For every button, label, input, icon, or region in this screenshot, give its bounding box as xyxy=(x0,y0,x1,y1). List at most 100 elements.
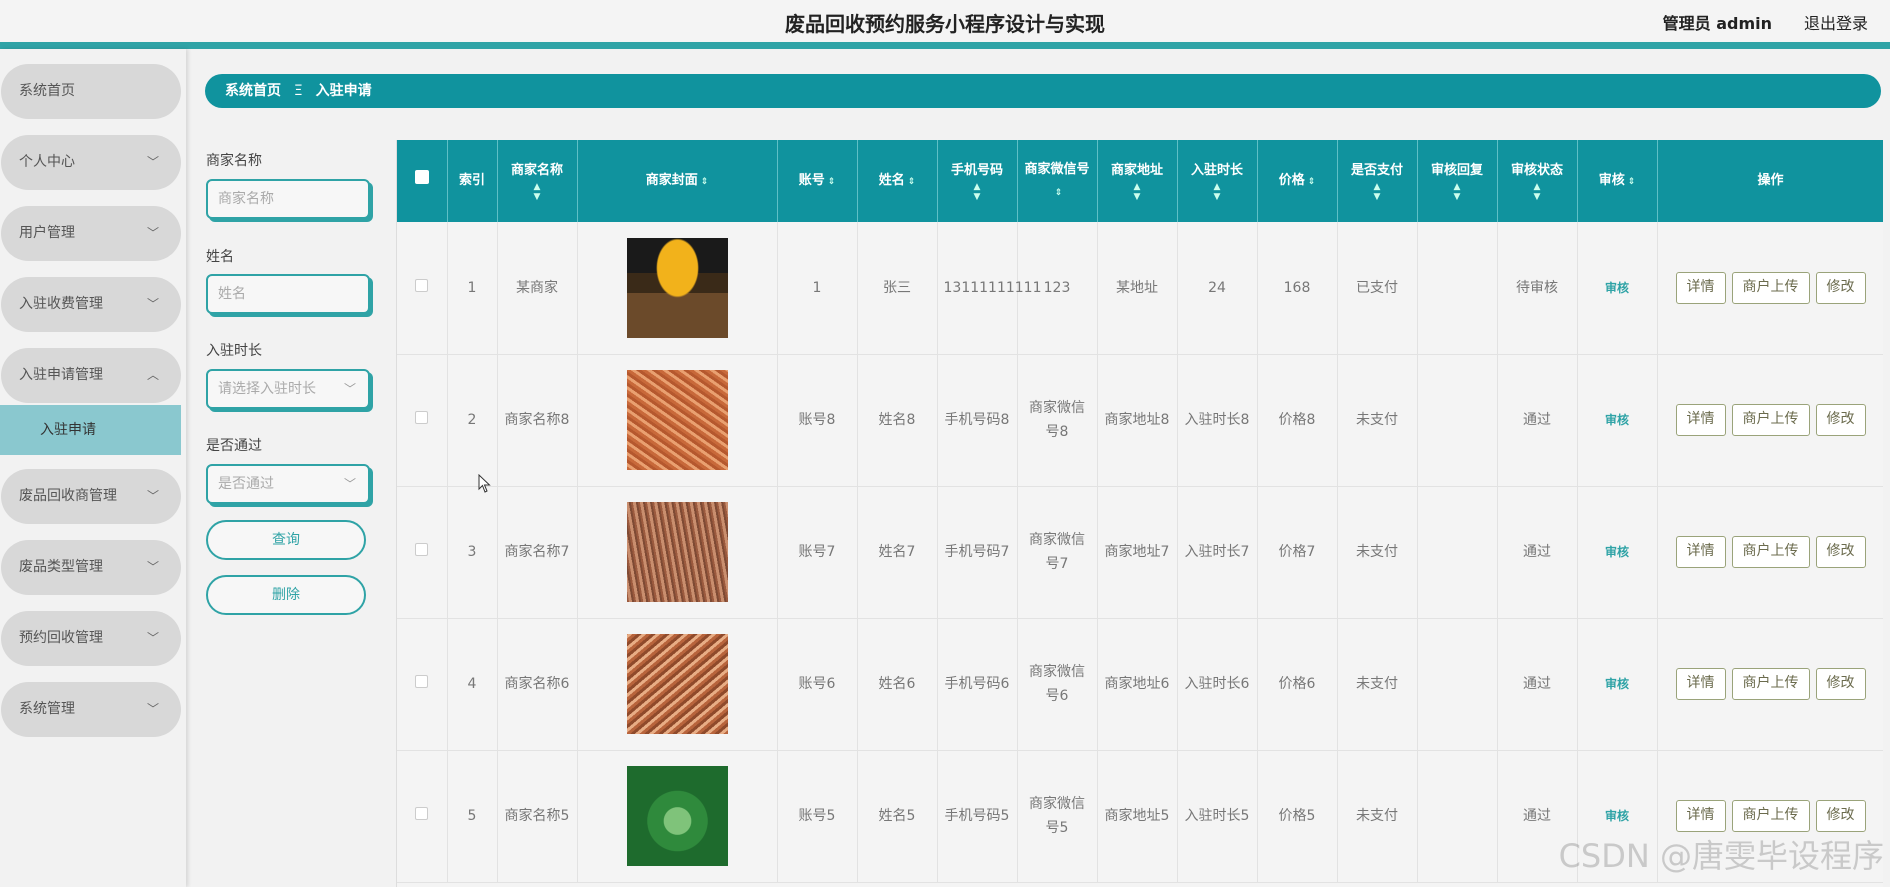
row-checkbox[interactable] xyxy=(415,278,429,292)
header-label: 商家名称 xyxy=(510,163,563,178)
approved-label: 是否通过 xyxy=(206,438,262,454)
audit-link[interactable]: 审核 xyxy=(1605,545,1629,559)
sidebar-item-fee-management[interactable]: 入驻收费管理 ﹀ xyxy=(1,277,181,332)
sidebar-subitem-application[interactable]: 入驻申请 xyxy=(0,405,181,455)
cell-status: 待审核 xyxy=(1497,222,1578,355)
edit-button[interactable]: 修改 xyxy=(1815,536,1866,568)
header-merchant-name[interactable]: 商家名称 ▲ ▼ xyxy=(497,140,578,222)
cover-image[interactable] xyxy=(626,766,728,866)
breadcrumb-home[interactable]: 系统首页 xyxy=(225,83,281,99)
name-input[interactable]: 姓名 xyxy=(206,274,370,314)
breadcrumb: 系统首页 Ξ 入驻申请 xyxy=(205,74,1881,108)
audit-link[interactable]: 审核 xyxy=(1605,281,1629,295)
sidebar-item-label: 入驻申请管理 xyxy=(19,367,103,383)
sidebar-item-personal-center[interactable]: 个人中心 ﹀ xyxy=(1,135,181,190)
sort-icon: ▲ ▼ xyxy=(1213,182,1221,202)
sidebar-item-user-management[interactable]: 用户管理 ﹀ xyxy=(1,206,181,261)
detail-button[interactable]: 详情 xyxy=(1675,271,1726,304)
header-cover[interactable]: 商家封面 ⇕ xyxy=(577,140,778,222)
row-checkbox[interactable] xyxy=(415,411,429,424)
detail-button[interactable]: 详情 xyxy=(1675,536,1726,568)
header-label: 价格 xyxy=(1278,172,1305,188)
row-checkbox[interactable] xyxy=(415,543,429,556)
cell-reply xyxy=(1417,354,1498,487)
cover-image[interactable] xyxy=(626,237,728,338)
sidebar-item-label: 系统管理 xyxy=(19,701,75,717)
audit-link[interactable]: 审核 xyxy=(1605,677,1629,691)
sort-icon: ▲ ▼ xyxy=(1133,182,1141,202)
cover-image[interactable] xyxy=(626,502,728,602)
cell-wechat: 商家微信号8 xyxy=(1017,354,1098,487)
header-reply[interactable]: 审核回复 ▲ ▼ xyxy=(1417,140,1498,222)
cell-reply xyxy=(1417,750,1498,883)
edit-button[interactable]: 修改 xyxy=(1815,271,1866,304)
duration-select[interactable]: 请选择入驻时长 ﹀ xyxy=(206,369,370,409)
merchant-upload-button[interactable]: 商户上传 xyxy=(1731,800,1810,832)
merchant-upload-button[interactable]: 商户上传 xyxy=(1731,668,1810,700)
logout-link[interactable]: 退出登录 xyxy=(1804,10,1868,34)
edit-button[interactable]: 修改 xyxy=(1815,404,1866,436)
sidebar-item-waste-type-management[interactable]: 废品类型管理 ﹀ xyxy=(1,540,181,595)
sidebar-item-system-management[interactable]: 系统管理 ﹀ xyxy=(1,682,181,737)
cell-paid: 未支付 xyxy=(1337,486,1418,619)
chevron-down-icon: ﹀ xyxy=(343,477,356,491)
header-name[interactable]: 姓名 ⇕ xyxy=(857,140,938,222)
audit-link[interactable]: 审核 xyxy=(1605,809,1629,823)
table-row[interactable]: 3 商家名称7 账号7 姓名7 手机号码7 商家微信号7 商家地址7 入驻时长7… xyxy=(397,486,1883,619)
merchant-upload-button[interactable]: 商户上传 xyxy=(1731,536,1810,568)
name-label: 姓名 xyxy=(206,249,234,265)
row-select-cell[interactable] xyxy=(397,486,448,619)
cell-account: 账号5 xyxy=(777,750,858,883)
cell-reply xyxy=(1417,618,1498,751)
row-checkbox[interactable] xyxy=(415,675,429,688)
query-button[interactable]: 查询 xyxy=(206,520,366,560)
detail-button[interactable]: 详情 xyxy=(1675,404,1726,436)
sort-icon: ⇕ xyxy=(1307,176,1316,187)
select-all-checkbox[interactable] xyxy=(414,170,429,184)
merchant-upload-button[interactable]: 商户上传 xyxy=(1731,404,1810,436)
table-row[interactable]: 2 商家名称8 账号8 姓名8 手机号码8 商家微信号8 商家地址8 入驻时长8… xyxy=(397,354,1883,487)
sidebar-item-application-management[interactable]: 入驻申请管理 ︿ xyxy=(1,348,181,403)
row-checkbox[interactable] xyxy=(415,807,429,820)
select-all-header[interactable] xyxy=(397,140,448,222)
table-row[interactable]: 1 某商家 1 张三 13111111111 123 某地址 24 168 已支… xyxy=(397,222,1883,355)
cell-price: 价格6 xyxy=(1257,618,1338,751)
sidebar-item-label: 系统首页 xyxy=(19,83,75,99)
table-row[interactable]: 4 商家名称6 账号6 姓名6 手机号码6 商家微信号6 商家地址6 入驻时长6… xyxy=(397,618,1883,751)
header-duration[interactable]: 入驻时长 ▲ ▼ xyxy=(1177,140,1258,222)
header-paid[interactable]: 是否支付 ▲ ▼ xyxy=(1337,140,1418,222)
audit-link[interactable]: 审核 xyxy=(1605,413,1629,427)
header-account[interactable]: 账号 ⇕ xyxy=(777,140,858,222)
header-price[interactable]: 价格 ⇕ xyxy=(1257,140,1338,222)
delete-button[interactable]: 删除 xyxy=(206,575,366,615)
mouse-cursor-icon xyxy=(478,474,491,493)
row-select-cell[interactable] xyxy=(397,618,448,751)
header-status[interactable]: 审核状态 ▲ ▼ xyxy=(1497,140,1578,222)
watermark: CSDN @唐雯毕设程序 xyxy=(1558,837,1884,875)
merchant-name-input[interactable]: 商家名称 xyxy=(206,179,370,219)
sidebar-item-recycler-management[interactable]: 废品回收商管理 ﹀ xyxy=(1,469,181,524)
sidebar-item-booking-management[interactable]: 预约回收管理 ﹀ xyxy=(1,611,181,666)
cell-index: 2 xyxy=(447,354,498,487)
approved-select[interactable]: 是否通过 ﹀ xyxy=(206,464,370,504)
edit-button[interactable]: 修改 xyxy=(1815,800,1866,832)
cell-cover xyxy=(577,750,778,883)
detail-button[interactable]: 详情 xyxy=(1675,800,1726,832)
row-select-cell[interactable] xyxy=(397,222,448,355)
header-address[interactable]: 商家地址 ▲ ▼ xyxy=(1097,140,1178,222)
cell-reply xyxy=(1417,486,1498,619)
sidebar-item-label: 废品类型管理 xyxy=(19,559,103,575)
cell-name: 姓名6 xyxy=(857,618,938,751)
edit-button[interactable]: 修改 xyxy=(1815,668,1866,700)
detail-button[interactable]: 详情 xyxy=(1675,668,1726,700)
merchant-upload-button[interactable]: 商户上传 xyxy=(1731,271,1810,304)
row-select-cell[interactable] xyxy=(397,354,448,487)
sidebar-item-home[interactable]: 系统首页 xyxy=(1,64,181,119)
cover-image[interactable] xyxy=(626,634,728,734)
header-phone[interactable]: 手机号码 ▲ ▼ xyxy=(937,140,1018,222)
row-select-cell[interactable] xyxy=(397,750,448,883)
cover-image[interactable] xyxy=(626,370,728,470)
cell-name: 张三 xyxy=(857,222,938,355)
header-wechat[interactable]: 商家微信号 ⇕ xyxy=(1017,140,1098,222)
header-audit[interactable]: 审核 ⇕ xyxy=(1577,140,1658,222)
